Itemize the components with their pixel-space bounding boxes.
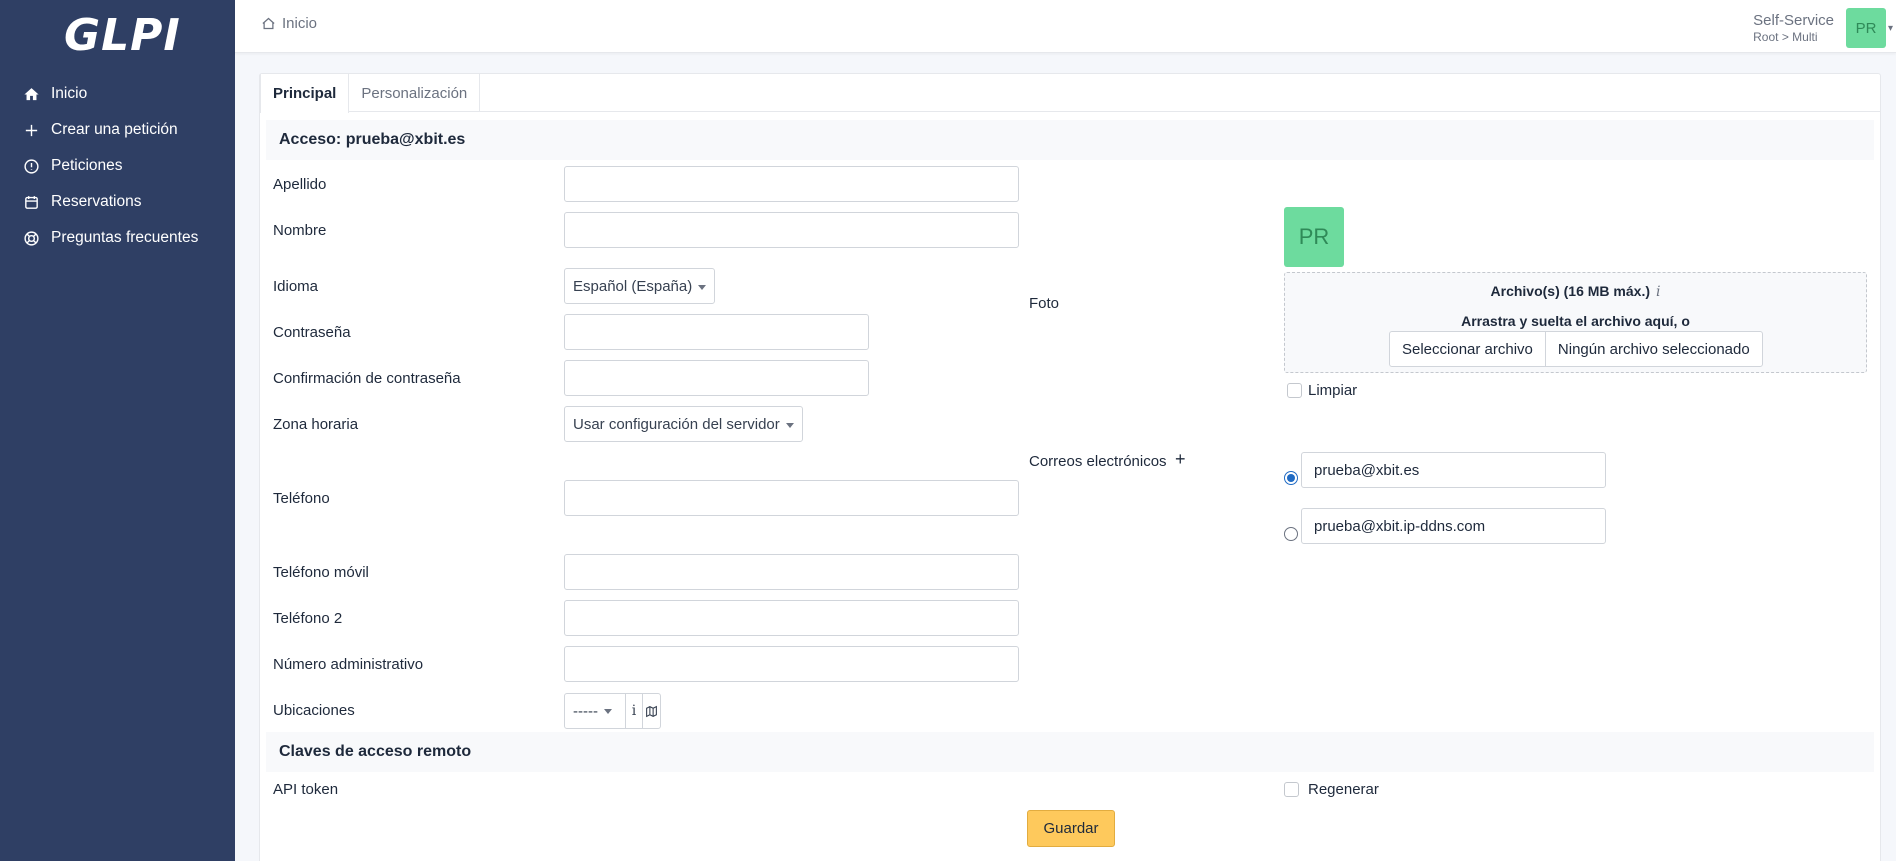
- sidebar-item-label: Preguntas frecuentes: [51, 229, 199, 246]
- avatar[interactable]: PR: [1846, 8, 1886, 48]
- email-default-radio[interactable]: [1284, 527, 1298, 541]
- home-icon: [22, 85, 40, 103]
- alert-circle-icon: [22, 157, 40, 175]
- user-profile-menu[interactable]: Self-Service Root > Multi PR ▾: [1753, 8, 1896, 48]
- label-telefono-2: Teléfono 2: [273, 610, 343, 627]
- timezone-select[interactable]: Usar configuración del servidor: [564, 406, 803, 442]
- chevron-down-icon: [603, 708, 612, 714]
- tab-personalizacion[interactable]: Personalización: [349, 74, 481, 112]
- sidebar-item-inicio[interactable]: Inicio: [0, 76, 235, 112]
- section-title-remote-keys: Claves de acceso remoto: [266, 732, 1874, 772]
- sidebar: GLPI Inicio Crear una petición Peticione…: [0, 0, 235, 861]
- sidebar-item-preguntas[interactable]: Preguntas frecuentes: [0, 220, 235, 256]
- profile-name: Self-Service: [1753, 12, 1834, 29]
- logo-text: GLPI: [64, 10, 181, 61]
- admin-number-field[interactable]: [564, 646, 1019, 682]
- label-nombre: Nombre: [273, 222, 327, 239]
- chevron-down-icon: [785, 422, 794, 428]
- sidebar-item-label: Inicio: [51, 85, 88, 102]
- section-title-access: Acceso: prueba@xbit.es: [266, 120, 1874, 160]
- user-form-card: Principal Personalización Acceso: prueba…: [259, 73, 1881, 861]
- nombre-field[interactable]: [564, 212, 1019, 248]
- phone2-field[interactable]: [564, 600, 1019, 636]
- chevron-down-icon: [698, 284, 707, 290]
- chevron-down-icon: ▾: [1888, 22, 1894, 34]
- selected-file-name: Ningún archivo seleccionado: [1557, 340, 1750, 358]
- sidebar-menu: Inicio Crear una petición Peticiones Res…: [0, 76, 235, 256]
- label-contrasena: Contraseña: [273, 324, 351, 341]
- dropzone-instructions: Arrastra y suelta el archivo aquí, o: [1461, 313, 1690, 329]
- location-select[interactable]: -----: [565, 694, 626, 728]
- add-email-button[interactable]: +: [1175, 449, 1186, 470]
- info-icon[interactable]: i: [626, 694, 643, 728]
- file-input[interactable]: Seleccionar archivo Ningún archivo selec…: [1389, 331, 1763, 367]
- clear-photo-checkbox[interactable]: [1287, 383, 1302, 398]
- language-select[interactable]: Español (España): [564, 268, 716, 304]
- apellido-field[interactable]: [564, 166, 1019, 202]
- label-zona-horaria: Zona horaria: [273, 416, 359, 433]
- calendar-icon: [22, 193, 40, 211]
- label-api-token: API token: [273, 781, 339, 798]
- label-telefono: Teléfono: [273, 490, 330, 507]
- sidebar-item-reservations[interactable]: Reservations: [0, 184, 235, 220]
- label-foto: Foto: [1029, 295, 1060, 312]
- phone-field[interactable]: [564, 480, 1019, 516]
- label-confirmacion: Confirmación de contraseña: [273, 370, 461, 387]
- sidebar-item-crear-peticion[interactable]: Crear una petición: [0, 112, 235, 148]
- label-limpiar: Limpiar: [1308, 382, 1358, 399]
- sidebar-item-peticiones[interactable]: Peticiones: [0, 148, 235, 184]
- label-telefono-movil: Teléfono móvil: [273, 564, 369, 581]
- label-ubicaciones: Ubicaciones: [273, 702, 355, 719]
- email-field[interactable]: [1301, 508, 1606, 544]
- breadcrumb[interactable]: Inicio: [261, 15, 317, 32]
- profile-entity: Root > Multi: [1753, 30, 1818, 44]
- info-icon[interactable]: i: [1656, 284, 1660, 300]
- language-value: Español (España): [573, 277, 693, 295]
- sidebar-item-label: Reservations: [51, 193, 142, 210]
- label-apellido: Apellido: [273, 176, 327, 193]
- tab-principal[interactable]: Principal: [260, 74, 350, 113]
- profile-info: Self-Service Root > Multi: [1753, 12, 1834, 44]
- tab-bar: Principal Personalización: [260, 74, 1880, 113]
- password-field[interactable]: [564, 314, 869, 350]
- glpi-logo[interactable]: GLPI: [64, 14, 181, 58]
- map-icon[interactable]: [643, 694, 660, 728]
- save-button[interactable]: Guardar: [1027, 810, 1115, 847]
- label-idioma: Idioma: [273, 278, 319, 295]
- password-confirm-field[interactable]: [564, 360, 869, 396]
- location-field-group: ----- i: [564, 693, 661, 729]
- label-regenerar: Regenerar: [1308, 781, 1379, 798]
- top-header: Inicio Self-Service Root > Multi PR ▾: [235, 0, 1896, 53]
- mobile-phone-field[interactable]: [564, 554, 1019, 590]
- select-file-button[interactable]: Seleccionar archivo: [1390, 332, 1546, 366]
- dropzone-title: Archivo(s) (16 MB máx.) i: [1490, 283, 1661, 300]
- timezone-value: Usar configuración del servidor: [573, 415, 780, 433]
- sidebar-item-label: Peticiones: [51, 157, 123, 174]
- location-value: -----: [573, 702, 598, 720]
- label-correos: Correos electrónicos: [1029, 453, 1167, 470]
- label-numero-administrativo: Número administrativo: [273, 656, 424, 673]
- email-default-radio[interactable]: [1284, 471, 1298, 485]
- home-icon: [262, 17, 275, 30]
- lifebuoy-icon: [22, 229, 40, 247]
- breadcrumb-item: Inicio: [282, 15, 318, 32]
- regenerate-token-checkbox[interactable]: [1284, 782, 1299, 797]
- file-dropzone[interactable]: Archivo(s) (16 MB máx.) i Arrastra y suel…: [1284, 272, 1867, 373]
- user-avatar-picture: PR: [1284, 207, 1344, 267]
- plus-icon: [22, 121, 40, 139]
- email-field[interactable]: [1301, 452, 1606, 488]
- sidebar-item-label: Crear una petición: [51, 121, 178, 138]
